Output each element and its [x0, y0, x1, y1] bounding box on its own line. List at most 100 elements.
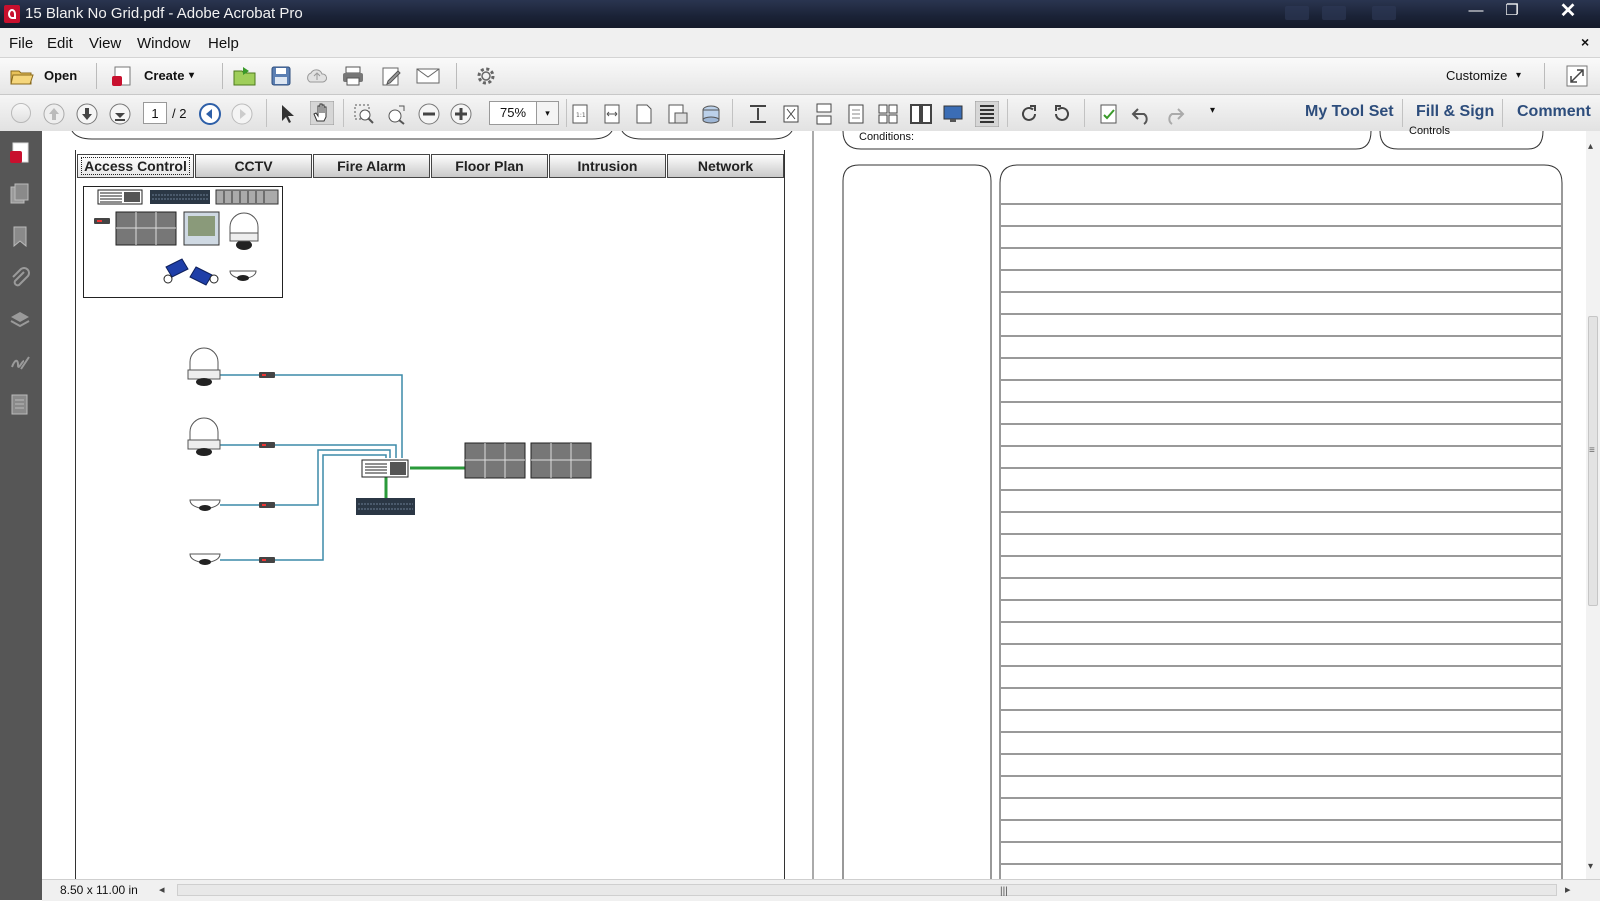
read-mode-icon[interactable] [975, 101, 999, 127]
network-switch-icon[interactable] [150, 190, 210, 204]
tab-floor-plan[interactable]: Floor Plan [431, 154, 548, 178]
open-folder-icon[interactable] [233, 65, 257, 87]
read-aloud-icon[interactable] [700, 103, 722, 125]
dome-camera-icon[interactable] [187, 347, 221, 386]
open-label: Open [44, 68, 78, 83]
layers-icon[interactable] [9, 309, 31, 331]
open-button[interactable]: Open [10, 64, 90, 88]
cctv-wiring-diagram [187, 347, 592, 565]
mini-dome-camera-icon[interactable] [189, 499, 221, 511]
close-document-button[interactable]: × [1581, 34, 1589, 50]
one-page-icon[interactable] [846, 103, 866, 125]
more-tools-chevron-icon[interactable]: ▾ [1210, 105, 1215, 116]
video-wall-icon[interactable] [115, 211, 177, 246]
next-page-icon[interactable] [76, 103, 98, 125]
zoom-input[interactable]: 75% [489, 101, 537, 125]
print-icon[interactable] [341, 65, 365, 87]
dome-camera-icon[interactable] [229, 212, 259, 250]
comment-tab[interactable]: Comment [1517, 103, 1591, 121]
zoom-out-icon[interactable] [418, 103, 440, 125]
select-arrow-icon[interactable] [279, 103, 297, 125]
rotate-counterclockwise-icon[interactable] [1051, 103, 1073, 125]
undo-icon[interactable] [1130, 103, 1154, 125]
pages-icon[interactable] [9, 183, 31, 205]
previous-page-icon[interactable] [43, 103, 65, 125]
fit-page-icon[interactable] [635, 103, 653, 125]
single-page-icon[interactable] [748, 103, 768, 125]
zoom-tool-icon[interactable] [386, 103, 408, 125]
attachment-icon[interactable] [9, 267, 31, 289]
create-button[interactable]: Create ▾ [111, 64, 201, 88]
page-number-input[interactable]: 1 [143, 102, 167, 124]
mini-dome-camera-icon[interactable] [229, 270, 257, 281]
edit-document-icon[interactable] [380, 65, 404, 87]
dome-camera-icon[interactable] [187, 417, 221, 456]
vertical-scroll-thumb[interactable]: ≡ [1588, 316, 1598, 606]
server-rack-icon[interactable] [215, 189, 279, 205]
toolbar-separator [566, 99, 567, 127]
email-icon[interactable] [415, 66, 441, 86]
tab-network[interactable]: Network [667, 154, 784, 178]
scroll-up-arrow-icon[interactable]: ▴ [1588, 141, 1593, 152]
rotate-clockwise-icon[interactable] [1018, 103, 1040, 125]
zoom-dropdown[interactable]: ▾ [537, 101, 559, 125]
tab-fire-alarm[interactable]: Fire Alarm [313, 154, 430, 178]
zoom-in-icon[interactable] [450, 103, 472, 125]
vertical-scrollbar[interactable]: ▴ ≡ ▾ [1586, 131, 1600, 879]
hand-tool-icon[interactable] [310, 101, 334, 125]
recorder-device-icon[interactable] [97, 189, 143, 205]
tab-intrusion[interactable]: Intrusion [549, 154, 666, 178]
connector-icon [259, 557, 275, 563]
redo-icon[interactable] [1162, 103, 1186, 125]
menu-edit[interactable]: Edit [47, 35, 73, 52]
two-page-scrolling-icon[interactable] [877, 103, 899, 125]
toolbar-separator [1502, 99, 1503, 127]
recorder-device-icon[interactable] [361, 459, 409, 478]
minimize-button[interactable]: — [1460, 0, 1492, 22]
tab-cctv[interactable]: CCTV [195, 154, 312, 178]
actual-size-icon[interactable]: 1:1 [571, 103, 589, 125]
menu-file[interactable]: File [9, 35, 33, 52]
scroll-down-arrow-icon[interactable]: ▾ [1588, 861, 1593, 872]
maximize-button[interactable]: ❐ [1496, 0, 1528, 22]
video-wall-icon[interactable] [464, 442, 526, 479]
monitor-icon[interactable] [183, 211, 220, 246]
full-screen-icon[interactable] [942, 103, 964, 125]
scroll-left-arrow-icon[interactable]: ◂ [159, 883, 165, 896]
fit-visible-icon[interactable] [781, 103, 801, 125]
menu-help[interactable]: Help [208, 35, 239, 52]
gear-icon[interactable] [476, 66, 496, 86]
mini-dome-camera-icon[interactable] [189, 553, 221, 565]
tab-access-control[interactable]: Access Control [77, 154, 194, 178]
bullet-camera-icon[interactable] [163, 258, 189, 284]
network-switch-icon[interactable] [356, 498, 415, 515]
bookmark-icon[interactable] [9, 225, 31, 247]
signature-icon[interactable] [9, 351, 31, 373]
next-view-icon[interactable] [231, 103, 253, 125]
pdf-icon[interactable] [9, 142, 31, 164]
card-reader-icon[interactable] [94, 218, 110, 224]
cloud-upload-icon[interactable] [305, 65, 329, 87]
document-properties-icon[interactable] [667, 103, 689, 125]
fill-sign-tab[interactable]: Fill & Sign [1416, 103, 1494, 121]
two-page-view-icon[interactable] [910, 103, 932, 125]
previous-view-icon[interactable] [199, 103, 221, 125]
expand-icon[interactable] [1566, 65, 1588, 87]
scroll-right-arrow-icon[interactable]: ▸ [1565, 883, 1571, 896]
scrolling-icon[interactable] [814, 103, 834, 125]
last-page-icon[interactable] [109, 103, 131, 125]
marquee-zoom-icon[interactable] [353, 103, 375, 125]
bullet-camera-icon[interactable] [189, 266, 219, 286]
my-tool-set-tab[interactable]: My Tool Set [1305, 103, 1394, 121]
video-wall-icon[interactable] [530, 442, 592, 479]
content-icon[interactable] [9, 393, 31, 415]
close-window-button[interactable]: ✕ [1548, 0, 1588, 22]
menu-window[interactable]: Window [137, 35, 190, 52]
spell-check-icon[interactable] [1098, 103, 1120, 125]
customize-button[interactable]: Customize ▾ [1446, 64, 1536, 88]
menu-view[interactable]: View [89, 35, 121, 52]
save-icon[interactable] [270, 65, 292, 87]
first-page-icon[interactable] [11, 103, 31, 123]
fit-width-icon[interactable] [603, 103, 621, 125]
horizontal-scrollbar[interactable]: ||| [177, 884, 1557, 897]
